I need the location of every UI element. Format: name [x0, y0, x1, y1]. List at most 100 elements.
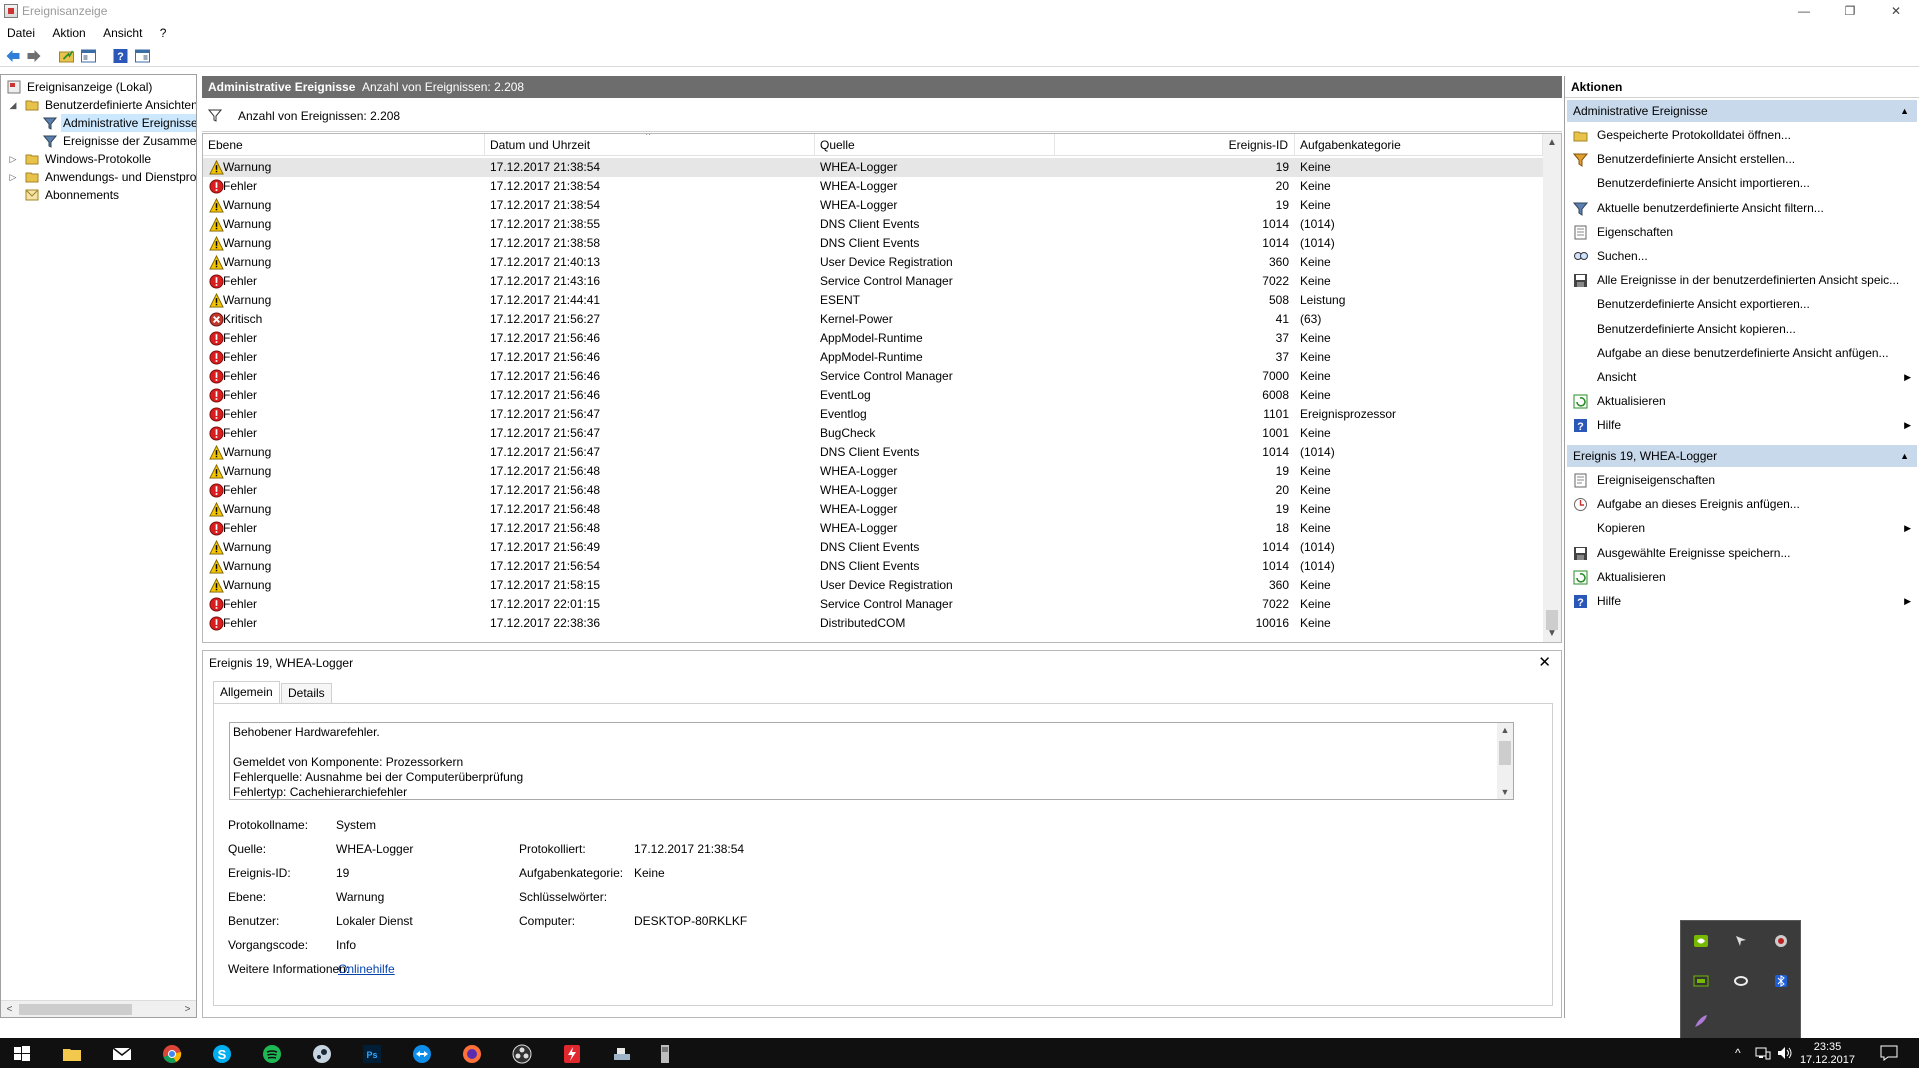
scroll-left-icon[interactable]: <: [1, 1001, 18, 1017]
action-item[interactable]: ? Hilfe ▶: [1567, 590, 1917, 612]
column-header-event-id[interactable]: Ereignis-ID: [1055, 134, 1295, 156]
tree-item-custom-views[interactable]: ◢ Benutzerdefinierte Ansichten: [1, 96, 196, 114]
network-tool-icon[interactable]: [612, 1044, 632, 1064]
tab-general[interactable]: Allgemein: [213, 681, 280, 703]
action-item[interactable]: Aktualisieren: [1567, 390, 1917, 412]
table-row[interactable]: Warnung 17.12.2017 21:56:54 DNS Client Eve…: [203, 557, 1543, 576]
table-row[interactable]: Fehler 17.12.2017 22:01:15 Service Control…: [203, 595, 1543, 614]
tree-item-subscriptions[interactable]: Abonnements: [1, 186, 196, 204]
collapse-arrow-icon[interactable]: ◢: [7, 96, 19, 114]
scroll-down-icon[interactable]: ▼: [1543, 625, 1561, 642]
scroll-up-icon[interactable]: ▲: [1543, 134, 1561, 151]
action-item[interactable]: Benutzerdefinierte Ansicht kopieren...: [1567, 318, 1917, 340]
menu-aktion[interactable]: Aktion: [45, 23, 92, 40]
mail-icon[interactable]: [112, 1044, 132, 1064]
table-row[interactable]: Warnung 17.12.2017 21:56:47 DNS Client Eve…: [203, 443, 1543, 462]
action-item[interactable]: Suchen...: [1567, 245, 1917, 267]
windows-start-icon[interactable]: [12, 1044, 32, 1064]
file-explorer-icon[interactable]: [62, 1044, 82, 1064]
table-row[interactable]: Warnung 17.12.2017 21:40:13 User Device Re…: [203, 253, 1543, 272]
menu-datei[interactable]: Datei: [0, 23, 42, 40]
table-row[interactable]: Fehler 17.12.2017 21:56:46 EventLog 6008 Kei…: [203, 386, 1543, 405]
table-row[interactable]: Warnung 17.12.2017 21:56:48 WHEA-Logger 19 K…: [203, 462, 1543, 481]
menu-help[interactable]: ?: [153, 23, 174, 40]
action-item[interactable]: Aufgabe an diese benutzerdefinierte Ansi…: [1567, 342, 1917, 364]
action-item[interactable]: Eigenschaften: [1567, 221, 1917, 243]
action-item[interactable]: Aufgabe an dieses Ereignis anfügen...: [1567, 493, 1917, 515]
scroll-up-icon[interactable]: ▲: [1497, 723, 1513, 737]
spotify-icon[interactable]: [262, 1044, 282, 1064]
table-row[interactable]: Fehler 17.12.2017 21:43:16 Service Control…: [203, 272, 1543, 291]
action-center-icon[interactable]: [1880, 1045, 1898, 1061]
obs-icon[interactable]: [512, 1044, 532, 1064]
scroll-thumb[interactable]: [19, 1004, 132, 1015]
action-item[interactable]: Ausgewählte Ereignisse speichern...: [1567, 542, 1917, 564]
vertical-scrollbar[interactable]: ▲ ▼: [1543, 134, 1561, 642]
action-item[interactable]: Aktualisieren: [1567, 566, 1917, 588]
action-item[interactable]: ? Hilfe ▶: [1567, 414, 1917, 436]
table-row[interactable]: Fehler 17.12.2017 21:56:47 Eventlog 1101 Ere…: [203, 405, 1543, 424]
expand-arrow-icon[interactable]: ▷: [7, 168, 19, 186]
nvidia-share-icon[interactable]: [1693, 973, 1709, 989]
scroll-down-icon[interactable]: ▼: [1497, 785, 1513, 799]
action-item[interactable]: Benutzerdefinierte Ansicht exportieren..…: [1567, 293, 1917, 315]
column-header-source[interactable]: Quelle: [815, 134, 1055, 156]
table-row[interactable]: Fehler 17.12.2017 21:56:46 AppModel-Runtim…: [203, 348, 1543, 367]
tree-item-root[interactable]: Ereignisanzeige (Lokal): [1, 78, 196, 96]
show-hide-tree-icon[interactable]: [80, 48, 97, 64]
steam-icon[interactable]: [312, 1044, 332, 1064]
table-row[interactable]: Fehler 17.12.2017 21:56:46 Service Control…: [203, 367, 1543, 386]
firefox-icon[interactable]: [462, 1044, 482, 1064]
tab-details[interactable]: Details: [281, 683, 332, 703]
action-item[interactable]: Gespeicherte Protokolldatei öffnen...: [1567, 124, 1917, 146]
event-description[interactable]: Behobener Hardwarefehler. Gemeldet von K…: [229, 722, 1514, 800]
table-row[interactable]: Fehler 17.12.2017 22:38:36 DistributedCOM 1…: [203, 614, 1543, 633]
table-row[interactable]: Fehler 17.12.2017 21:56:48 WHEA-Logger 18 Ke…: [203, 519, 1543, 538]
bluetooth-icon[interactable]: [1773, 973, 1789, 989]
close-window-button[interactable]: ✕: [1873, 0, 1919, 22]
shield-icon[interactable]: [1773, 933, 1789, 949]
action-item[interactable]: Kopieren ▶: [1567, 517, 1917, 539]
horizontal-scrollbar[interactable]: < >: [1, 1000, 196, 1017]
table-row[interactable]: Fehler 17.12.2017 21:38:54 WHEA-Logger 20 Ke…: [203, 177, 1543, 196]
tree-item-admin-events[interactable]: Administrative Ereignisse: [1, 114, 196, 132]
forward-icon[interactable]: [26, 48, 43, 64]
scroll-right-icon[interactable]: >: [179, 1001, 196, 1017]
power-icon[interactable]: [562, 1044, 582, 1064]
table-row[interactable]: Warnung 17.12.2017 21:38:58 DNS Client Eve…: [203, 234, 1543, 253]
scroll-thumb[interactable]: [1499, 741, 1511, 765]
action-item[interactable]: Aktuelle benutzerdefinierte Ansicht filt…: [1567, 197, 1917, 219]
table-row[interactable]: Warnung 17.12.2017 21:38:55 DNS Client Eve…: [203, 215, 1543, 234]
action-item[interactable]: Ansicht ▶: [1567, 366, 1917, 388]
tree-item-windows-logs[interactable]: ▷ Windows-Protokolle: [1, 150, 196, 168]
details-close-button[interactable]: ✕: [1538, 653, 1551, 671]
minimize-button[interactable]: —: [1781, 0, 1827, 22]
actions-section-event[interactable]: Ereignis 19, WHEA-Logger ▲: [1567, 445, 1917, 467]
action-item[interactable]: Benutzerdefinierte Ansicht importieren..…: [1567, 172, 1917, 194]
feather-icon[interactable]: [1693, 1013, 1709, 1029]
nvidia-icon[interactable]: [1693, 933, 1709, 949]
cursor-icon[interactable]: [1733, 933, 1749, 949]
teamviewer-icon[interactable]: [412, 1044, 432, 1064]
menu-ansicht[interactable]: Ansicht: [96, 23, 149, 40]
usb-icon[interactable]: [655, 1044, 675, 1064]
actions-section-admin-events[interactable]: Administrative Ereignisse ▲: [1567, 100, 1917, 122]
back-icon[interactable]: [4, 48, 21, 64]
collapse-section-icon[interactable]: ▲: [1900, 445, 1909, 467]
table-row[interactable]: Warnung 17.12.2017 21:38:54 WHEA-Logger 19 K…: [203, 158, 1543, 177]
action-item[interactable]: Benutzerdefinierte Ansicht erstellen...: [1567, 148, 1917, 170]
table-row[interactable]: Warnung 17.12.2017 21:44:41 ESENT 508 Leistu…: [203, 291, 1543, 310]
table-row[interactable]: Warnung 17.12.2017 21:56:49 DNS Client Eve…: [203, 538, 1543, 557]
table-row[interactable]: Warnung 17.12.2017 21:38:54 WHEA-Logger 19 K…: [203, 196, 1543, 215]
show-hide-action-pane-icon[interactable]: [134, 48, 151, 64]
column-header-level[interactable]: Ebene: [203, 134, 485, 156]
action-item[interactable]: Ereigniseigenschaften: [1567, 469, 1917, 491]
collapse-section-icon[interactable]: ▲: [1900, 100, 1909, 122]
online-help-link[interactable]: Onlinehilfe: [338, 962, 395, 976]
help-icon[interactable]: ?: [112, 48, 129, 64]
expand-arrow-icon[interactable]: ▷: [7, 150, 19, 168]
table-row[interactable]: Fehler 17.12.2017 21:56:47 BugCheck 1001 Kei…: [203, 424, 1543, 443]
volume-icon[interactable]: [1777, 1046, 1793, 1060]
table-row[interactable]: Warnung 17.12.2017 21:58:15 User Device Re…: [203, 576, 1543, 595]
taskbar-clock[interactable]: 23:35 17.12.2017: [1800, 1041, 1855, 1067]
